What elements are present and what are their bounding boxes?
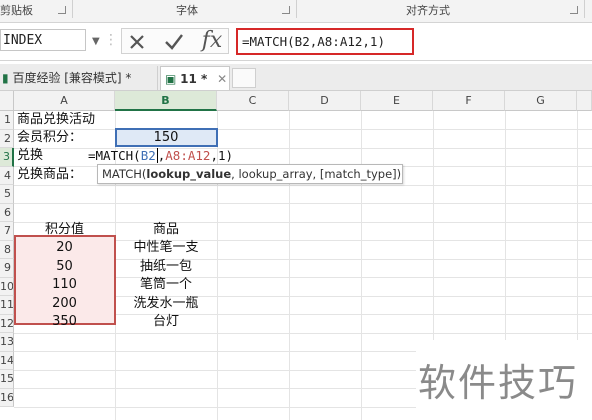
cell-a2[interactable]: 会员积分： — [17, 129, 82, 147]
ribbon-divider — [72, 0, 73, 18]
enter-check-icon[interactable] — [164, 33, 184, 51]
clipboard-launcher-icon[interactable] — [58, 6, 66, 14]
tab-label: 百度经验 [兼容模式] * — [12, 71, 132, 85]
cell-a3[interactable]: 兑换 — [17, 147, 43, 165]
formula-bar-grip-icon: ⋮ — [104, 32, 118, 48]
insert-function-fx-icon[interactable]: fx — [200, 30, 224, 52]
cell-a11[interactable]: 200 — [14, 295, 115, 313]
formula-ref-b2: B2 — [140, 148, 156, 163]
gridline — [14, 184, 592, 186]
ribbon-divider — [296, 0, 297, 18]
tab-baidu-experience[interactable]: ▮ 百度经验 [兼容模式] * — [0, 66, 158, 90]
cell-b8[interactable]: 中性笔一支 — [115, 239, 217, 257]
column-header-h[interactable] — [577, 91, 592, 111]
cell-a9[interactable]: 50 — [14, 258, 115, 276]
row-header-11[interactable]: 11 — [0, 296, 14, 315]
formula-input[interactable]: =MATCH(B2,A8:A12,1) — [236, 28, 414, 55]
new-tab-button[interactable] — [232, 68, 256, 88]
tooltip-args-rest: , lookup_array, [match_type]) — [231, 167, 402, 181]
column-header-b[interactable]: B — [115, 91, 217, 111]
row-header-5[interactable]: 5 — [0, 185, 14, 204]
formula-prefix: =MATCH( — [88, 148, 141, 163]
cell-a12[interactable]: 350 — [14, 313, 115, 331]
tooltip-func: MATCH( — [102, 167, 147, 181]
gridline — [14, 203, 592, 204]
ribbon-group-alignment: 对齐方式 — [406, 4, 450, 17]
cell-a1[interactable]: 商品兑换活动 — [17, 111, 95, 129]
tab-11[interactable]: ▣ 11 * ✕ — [160, 66, 230, 90]
cell-b10[interactable]: 笔筒一个 — [115, 276, 217, 294]
column-header-e[interactable]: E — [361, 91, 433, 111]
close-tab-icon[interactable]: ✕ — [217, 72, 227, 86]
column-header-f[interactable]: F — [433, 91, 505, 111]
function-argument-tooltip: MATCH(lookup_value, lookup_array, [match… — [97, 164, 403, 184]
column-header-a[interactable]: A — [14, 91, 115, 111]
row-header-6[interactable]: 6 — [0, 203, 14, 222]
gridline — [14, 332, 592, 334]
cancel-x-icon[interactable] — [128, 33, 146, 51]
column-header-c[interactable]: C — [217, 91, 289, 111]
tab-label: 11 * — [180, 72, 208, 86]
tooltip-arg-current[interactable]: lookup_value — [146, 167, 231, 181]
alignment-launcher-icon[interactable] — [570, 6, 578, 14]
row-header-3[interactable]: 3 — [0, 148, 14, 167]
row-header-10[interactable]: 10 — [0, 277, 14, 296]
row-header-16[interactable]: 16 — [0, 388, 14, 407]
cell-a10[interactable]: 110 — [14, 276, 115, 294]
ribbon-group-font: 字体 — [176, 4, 198, 17]
ribbon-divider — [584, 0, 585, 18]
formula-ref-a8-a12: A8:A12 — [165, 148, 211, 163]
row-header-13[interactable]: 13 — [0, 333, 14, 352]
row-header-9[interactable]: 9 — [0, 259, 14, 278]
cell-a4[interactable]: 兑换商品： — [17, 166, 82, 184]
row-header-4[interactable]: 4 — [0, 166, 14, 185]
excel-doc-icon: ▣ — [165, 72, 177, 86]
excel-doc-icon: ▮ — [2, 71, 9, 85]
formula-suffix: ,1) — [210, 148, 234, 163]
gridline — [361, 111, 362, 420]
row-header-15[interactable]: 15 — [0, 370, 14, 389]
column-header-d[interactable]: D — [289, 91, 361, 111]
row-header-7[interactable]: 7 — [0, 222, 14, 241]
row-header-2[interactable]: 2 — [0, 129, 14, 148]
cell-b11[interactable]: 洗发水一瓶 — [115, 295, 217, 313]
select-all-corner[interactable] — [0, 91, 14, 111]
ribbon-group-clipboard: 剪贴板 — [0, 4, 33, 17]
gridline — [289, 111, 290, 420]
watermark-text: 软件技巧 — [418, 361, 579, 405]
row-header-14[interactable]: 14 — [0, 351, 14, 370]
cell-b7[interactable]: 商品 — [115, 221, 217, 239]
cell-a7[interactable]: 积分值 — [14, 221, 115, 239]
gridline — [14, 129, 592, 130]
cell-b3-editing[interactable]: =MATCH(B2 ,A8:A12,1) — [88, 147, 233, 165]
row-header-1[interactable]: 1 — [0, 111, 14, 130]
row-header-12[interactable]: 12 — [0, 314, 14, 333]
cell-b9[interactable]: 抽纸一包 — [115, 258, 217, 276]
column-header-g[interactable]: G — [505, 91, 577, 111]
row-header-8[interactable]: 8 — [0, 240, 14, 259]
name-box[interactable]: INDEX — [0, 29, 86, 51]
cell-b2[interactable]: 150 — [115, 129, 217, 147]
cell-a8[interactable]: 20 — [14, 239, 115, 257]
font-launcher-icon[interactable] — [282, 6, 290, 14]
name-box-dropdown-icon[interactable]: ▼ — [92, 36, 100, 47]
cell-b12[interactable]: 台灯 — [115, 313, 217, 331]
